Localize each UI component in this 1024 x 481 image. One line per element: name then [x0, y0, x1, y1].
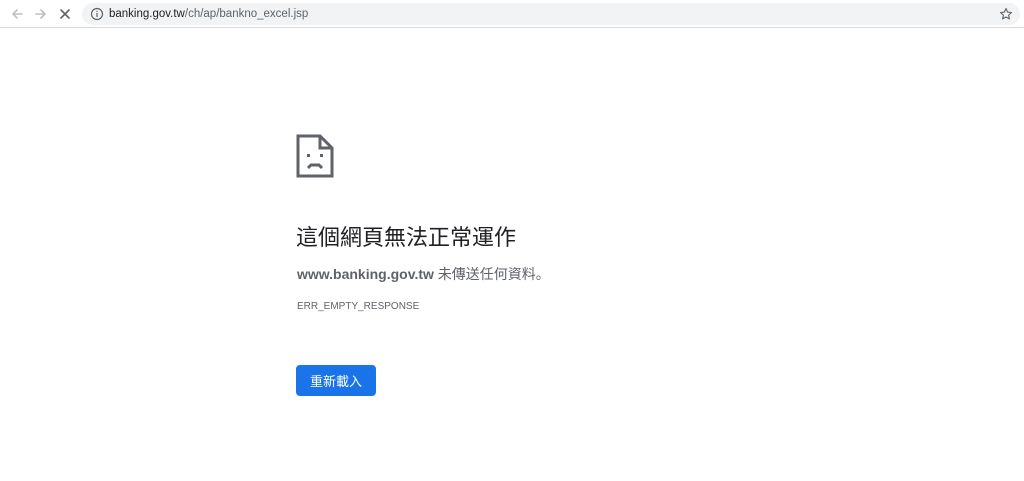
back-button[interactable] [7, 4, 27, 24]
stop-button[interactable] [55, 4, 75, 24]
url-text[interactable]: banking.gov.tw/ch/ap/bankno_excel.jsp [109, 7, 308, 21]
star-icon[interactable] [999, 7, 1013, 21]
close-icon [60, 9, 70, 19]
url-path: /ch/ap/bankno_excel.jsp [184, 8, 309, 20]
error-code: ERR_EMPTY_RESPONSE [297, 301, 420, 312]
info-icon[interactable] [90, 7, 104, 21]
error-description: www.banking.gov.tw 未傳送任何資料。 [297, 264, 550, 284]
error-content: 這個網頁無法正常運作 www.banking.gov.tw 未傳送任何資料。 E… [296, 134, 896, 396]
error-title: 這個網頁無法正常運作 [296, 225, 517, 250]
error-host: www.banking.gov.tw [297, 266, 434, 282]
arrow-right-icon [35, 9, 46, 19]
browser-toolbar: banking.gov.tw/ch/ap/bankno_excel.jsp [0, 0, 1024, 28]
arrow-left-icon [12, 9, 23, 19]
sad-page-icon [296, 134, 334, 178]
reload-button[interactable]: 重新載入 [296, 365, 376, 396]
forward-button[interactable] [31, 4, 51, 24]
url-host: banking.gov.tw [109, 8, 185, 20]
address-bar[interactable]: banking.gov.tw/ch/ap/bankno_excel.jsp [82, 3, 1020, 25]
error-description-text: 未傳送任何資料。 [433, 266, 550, 282]
